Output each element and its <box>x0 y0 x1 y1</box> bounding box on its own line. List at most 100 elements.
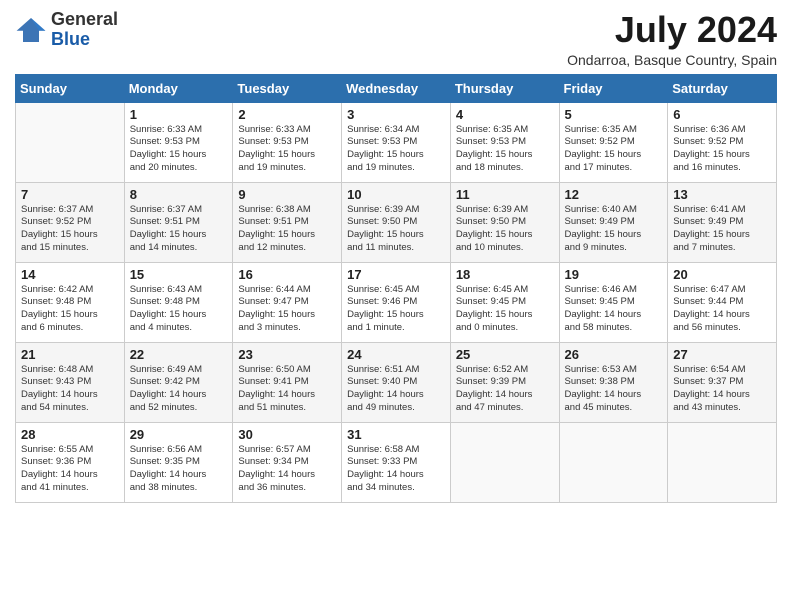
day-info: Sunrise: 6:44 AM Sunset: 9:47 PM Dayligh… <box>238 284 336 335</box>
calendar-cell: 8Sunrise: 6:37 AM Sunset: 9:51 PM Daylig… <box>124 182 233 262</box>
calendar-cell: 4Sunrise: 6:35 AM Sunset: 9:53 PM Daylig… <box>450 102 559 182</box>
day-info: Sunrise: 6:57 AM Sunset: 9:34 PM Dayligh… <box>238 444 336 495</box>
day-info: Sunrise: 6:41 AM Sunset: 9:49 PM Dayligh… <box>673 204 771 255</box>
calendar-cell: 30 Sunrise: 6:57 AM Sunset: 9:34 PM Dayli… <box>233 422 342 502</box>
calendar-cell: 25 Sunrise: 6:52 AM Sunset: 9:39 PM Dayli… <box>450 342 559 422</box>
day-number: 14 <box>21 267 119 282</box>
day-info: Sunrise: 6:39 AM Sunset: 9:50 PM Dayligh… <box>347 204 445 255</box>
day-number: 22 <box>130 347 228 362</box>
logo-icon <box>15 16 47 44</box>
calendar-cell: 13 Sunrise: 6:41 AM Sunset: 9:49 PM Dayli… <box>668 182 777 262</box>
calendar-cell <box>668 422 777 502</box>
day-number: 23 <box>238 347 336 362</box>
calendar-cell: 9 Sunrise: 6:38 AM Sunset: 9:51 PM Daylig… <box>233 182 342 262</box>
day-info: Sunrise: 6:34 AM Sunset: 9:53 PM Dayligh… <box>347 124 445 175</box>
day-info: Sunrise: 6:47 AM Sunset: 9:44 PM Dayligh… <box>673 284 771 335</box>
day-number: 15 <box>130 267 228 282</box>
logo: General Blue <box>15 10 118 50</box>
calendar-week-row: 14 Sunrise: 6:42 AM Sunset: 9:48 PM Dayli… <box>16 262 777 342</box>
day-info: Sunrise: 6:33 AM Sunset: 9:53 PM Dayligh… <box>238 124 336 175</box>
calendar-week-row: 7Sunrise: 6:37 AM Sunset: 9:52 PM Daylig… <box>16 182 777 262</box>
day-info: Sunrise: 6:38 AM Sunset: 9:51 PM Dayligh… <box>238 204 336 255</box>
day-number: 8 <box>130 187 228 202</box>
column-header-sunday: Sunday <box>16 74 125 102</box>
day-info: Sunrise: 6:33 AM Sunset: 9:53 PM Dayligh… <box>130 124 228 175</box>
calendar-week-row: 28 Sunrise: 6:55 AM Sunset: 9:36 PM Dayli… <box>16 422 777 502</box>
calendar-cell: 20Sunrise: 6:47 AM Sunset: 9:44 PM Dayli… <box>668 262 777 342</box>
day-info: Sunrise: 6:40 AM Sunset: 9:49 PM Dayligh… <box>565 204 663 255</box>
day-number: 13 <box>673 187 771 202</box>
location-subtitle: Ondarroa, Basque Country, Spain <box>567 52 777 68</box>
day-number: 28 <box>21 427 119 442</box>
column-header-thursday: Thursday <box>450 74 559 102</box>
calendar-cell: 21Sunrise: 6:48 AM Sunset: 9:43 PM Dayli… <box>16 342 125 422</box>
calendar-week-row: 1 Sunrise: 6:33 AM Sunset: 9:53 PM Daylig… <box>16 102 777 182</box>
day-info: Sunrise: 6:36 AM Sunset: 9:52 PM Dayligh… <box>673 124 771 175</box>
calendar-cell: 31 Sunrise: 6:58 AM Sunset: 9:33 PM Dayli… <box>342 422 451 502</box>
day-info: Sunrise: 6:35 AM Sunset: 9:52 PM Dayligh… <box>565 124 663 175</box>
day-info: Sunrise: 6:53 AM Sunset: 9:38 PM Dayligh… <box>565 364 663 415</box>
day-info: Sunrise: 6:50 AM Sunset: 9:41 PM Dayligh… <box>238 364 336 415</box>
calendar-cell: 7Sunrise: 6:37 AM Sunset: 9:52 PM Daylig… <box>16 182 125 262</box>
calendar-cell: 12 Sunrise: 6:40 AM Sunset: 9:49 PM Dayli… <box>559 182 668 262</box>
title-block: July 2024 Ondarroa, Basque Country, Spai… <box>567 10 777 68</box>
calendar-cell: 28 Sunrise: 6:55 AM Sunset: 9:36 PM Dayli… <box>16 422 125 502</box>
day-info: Sunrise: 6:51 AM Sunset: 9:40 PM Dayligh… <box>347 364 445 415</box>
day-number: 10 <box>347 187 445 202</box>
day-info: Sunrise: 6:52 AM Sunset: 9:39 PM Dayligh… <box>456 364 554 415</box>
column-header-wednesday: Wednesday <box>342 74 451 102</box>
day-info: Sunrise: 6:56 AM Sunset: 9:35 PM Dayligh… <box>130 444 228 495</box>
day-number: 24 <box>347 347 445 362</box>
day-info: Sunrise: 6:39 AM Sunset: 9:50 PM Dayligh… <box>456 204 554 255</box>
day-info: Sunrise: 6:35 AM Sunset: 9:53 PM Dayligh… <box>456 124 554 175</box>
logo-blue-text: Blue <box>51 29 90 49</box>
day-number: 2 <box>238 107 336 122</box>
calendar-cell: 1 Sunrise: 6:33 AM Sunset: 9:53 PM Daylig… <box>124 102 233 182</box>
day-number: 11 <box>456 187 554 202</box>
calendar-week-row: 21Sunrise: 6:48 AM Sunset: 9:43 PM Dayli… <box>16 342 777 422</box>
day-number: 12 <box>565 187 663 202</box>
month-title: July 2024 <box>567 10 777 50</box>
page: General Blue July 2024 Ondarroa, Basque … <box>0 0 792 612</box>
day-number: 9 <box>238 187 336 202</box>
day-number: 16 <box>238 267 336 282</box>
day-info: Sunrise: 6:54 AM Sunset: 9:37 PM Dayligh… <box>673 364 771 415</box>
calendar-cell <box>450 422 559 502</box>
calendar-cell: 27Sunrise: 6:54 AM Sunset: 9:37 PM Dayli… <box>668 342 777 422</box>
day-info: Sunrise: 6:49 AM Sunset: 9:42 PM Dayligh… <box>130 364 228 415</box>
day-number: 30 <box>238 427 336 442</box>
day-info: Sunrise: 6:46 AM Sunset: 9:45 PM Dayligh… <box>565 284 663 335</box>
day-info: Sunrise: 6:58 AM Sunset: 9:33 PM Dayligh… <box>347 444 445 495</box>
calendar-cell: 5 Sunrise: 6:35 AM Sunset: 9:52 PM Daylig… <box>559 102 668 182</box>
calendar-cell: 19 Sunrise: 6:46 AM Sunset: 9:45 PM Dayli… <box>559 262 668 342</box>
calendar-cell: 6Sunrise: 6:36 AM Sunset: 9:52 PM Daylig… <box>668 102 777 182</box>
calendar-cell: 26 Sunrise: 6:53 AM Sunset: 9:38 PM Dayli… <box>559 342 668 422</box>
day-number: 25 <box>456 347 554 362</box>
calendar-header-row: SundayMondayTuesdayWednesdayThursdayFrid… <box>16 74 777 102</box>
calendar-cell <box>16 102 125 182</box>
day-info: Sunrise: 6:48 AM Sunset: 9:43 PM Dayligh… <box>21 364 119 415</box>
day-number: 17 <box>347 267 445 282</box>
calendar-cell: 17Sunrise: 6:45 AM Sunset: 9:46 PM Dayli… <box>342 262 451 342</box>
day-number: 29 <box>130 427 228 442</box>
day-number: 1 <box>130 107 228 122</box>
logo-text: General Blue <box>51 10 118 50</box>
logo-general-text: General <box>51 9 118 29</box>
calendar-cell: 2 Sunrise: 6:33 AM Sunset: 9:53 PM Daylig… <box>233 102 342 182</box>
day-number: 19 <box>565 267 663 282</box>
calendar-cell: 11 Sunrise: 6:39 AM Sunset: 9:50 PM Dayli… <box>450 182 559 262</box>
calendar-cell: 16 Sunrise: 6:44 AM Sunset: 9:47 PM Dayli… <box>233 262 342 342</box>
calendar-cell: 15Sunrise: 6:43 AM Sunset: 9:48 PM Dayli… <box>124 262 233 342</box>
day-info: Sunrise: 6:42 AM Sunset: 9:48 PM Dayligh… <box>21 284 119 335</box>
calendar-cell: 22 Sunrise: 6:49 AM Sunset: 9:42 PM Dayli… <box>124 342 233 422</box>
day-number: 31 <box>347 427 445 442</box>
calendar-cell: 18Sunrise: 6:45 AM Sunset: 9:45 PM Dayli… <box>450 262 559 342</box>
day-info: Sunrise: 6:37 AM Sunset: 9:52 PM Dayligh… <box>21 204 119 255</box>
header: General Blue July 2024 Ondarroa, Basque … <box>15 10 777 68</box>
day-number: 26 <box>565 347 663 362</box>
day-info: Sunrise: 6:55 AM Sunset: 9:36 PM Dayligh… <box>21 444 119 495</box>
calendar-cell: 24 Sunrise: 6:51 AM Sunset: 9:40 PM Dayli… <box>342 342 451 422</box>
calendar-cell: 14 Sunrise: 6:42 AM Sunset: 9:48 PM Dayli… <box>16 262 125 342</box>
calendar-table: SundayMondayTuesdayWednesdayThursdayFrid… <box>15 74 777 503</box>
day-number: 5 <box>565 107 663 122</box>
